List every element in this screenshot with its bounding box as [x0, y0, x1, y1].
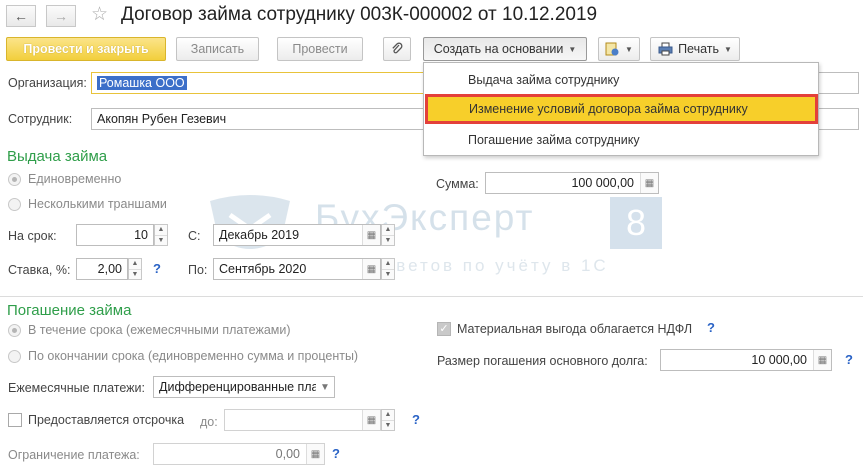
benefit-ndfl-label: Материальная выгода облагается НДФЛ: [457, 322, 693, 336]
term-label: На срок:: [8, 229, 57, 243]
calendar-icon[interactable]: ▦: [362, 259, 380, 279]
radio-once[interactable]: [8, 173, 21, 186]
organization-field[interactable]: Ромашка ООО: [91, 72, 425, 94]
calendar-icon[interactable]: ▦: [362, 225, 380, 245]
principal-help-icon[interactable]: ?: [845, 352, 853, 367]
to-label: По:: [188, 263, 208, 277]
radio-tranches[interactable]: [8, 198, 21, 211]
monthly-payments-select[interactable]: Дифференцированные пла ▼: [153, 376, 335, 398]
radio-at-end-label: По окончании срока (единовременно сумма …: [28, 349, 359, 363]
principal-field[interactable]: 10 000,00 ▦: [660, 349, 832, 371]
section-title-issue: Выдача займа: [7, 148, 108, 165]
post-button[interactable]: Провести: [277, 37, 363, 61]
from-stepper[interactable]: ▲ ▼: [381, 224, 395, 246]
section-divider: [120, 158, 420, 159]
payment-limit-value: 0,00: [275, 447, 300, 461]
structure-button[interactable]: ▼: [598, 37, 640, 61]
deferral-stepper[interactable]: ▲ ▼: [381, 409, 395, 431]
deferral-until-label: до:: [200, 415, 218, 429]
from-field[interactable]: Декабрь 2019 ▦: [213, 224, 381, 246]
print-button[interactable]: Печать ▼: [650, 37, 740, 61]
organization-field-tail[interactable]: [819, 72, 859, 94]
watermark-digit: 8: [610, 197, 662, 249]
section-divider: [0, 296, 863, 297]
sum-label: Сумма:: [436, 177, 479, 191]
calendar-icon[interactable]: ▦: [362, 410, 380, 430]
sum-field[interactable]: 100 000,00 ▦: [485, 172, 659, 194]
monthly-payments-label: Ежемесячные платежи:: [8, 381, 145, 395]
document-structure-icon: [605, 42, 619, 55]
arrow-left-icon: ←: [14, 8, 28, 24]
organization-value: Ромашка ООО: [97, 76, 187, 90]
employee-value: Акопян Рубен Гезевич: [97, 112, 227, 126]
benefit-help-icon[interactable]: ?: [707, 320, 715, 335]
calculator-icon[interactable]: ▦: [813, 350, 831, 370]
to-field[interactable]: Сентябрь 2020 ▦: [213, 258, 381, 280]
attach-button[interactable]: [383, 37, 411, 61]
employee-field[interactable]: Акопян Рубен Гезевич: [91, 108, 425, 130]
post-and-close-button[interactable]: Провести и закрыть: [6, 37, 166, 61]
employee-label: Сотрудник:: [8, 112, 73, 126]
to-value: Сентябрь 2020: [219, 262, 307, 276]
menu-item-repay-loan[interactable]: Погашение займа сотруднику: [424, 125, 818, 155]
rate-stepper[interactable]: ▲ ▼: [128, 258, 142, 280]
chevron-down-icon: ▼: [568, 44, 577, 54]
payment-limit-field[interactable]: 0,00 ▦: [153, 443, 325, 465]
page-title: Договор займа сотруднику 003К-000002 от …: [121, 4, 598, 25]
rate-value: 2,00: [97, 262, 122, 276]
calculator-icon[interactable]: ▦: [640, 173, 658, 193]
organization-label: Организация:: [8, 76, 87, 90]
radio-during-term-label: В течение срока (ежемесячными платежами): [28, 323, 291, 337]
payment-limit-label: Ограничение платежа:: [8, 448, 140, 462]
menu-item-change-loan-terms[interactable]: Изменение условий договора займа сотрудн…: [425, 94, 818, 124]
calculator-icon[interactable]: ▦: [306, 444, 324, 464]
deferral-help-icon[interactable]: ?: [412, 412, 420, 427]
from-value: Декабрь 2019: [219, 228, 300, 242]
from-label: С:: [188, 229, 201, 243]
print-label: Печать: [678, 42, 720, 56]
employee-field-tail[interactable]: [819, 108, 859, 130]
sum-value: 100 000,00: [571, 176, 634, 190]
payment-limit-help-icon[interactable]: ?: [332, 446, 340, 461]
term-field[interactable]: 10: [76, 224, 154, 246]
rate-label: Ставка, %:: [8, 263, 71, 277]
chevron-down-icon[interactable]: ▼: [316, 377, 334, 397]
back-button[interactable]: ←: [6, 5, 36, 27]
principal-label: Размер погашения основного долга:: [437, 354, 648, 368]
monthly-payments-value: Дифференцированные пла: [159, 380, 319, 394]
to-stepper[interactable]: ▲ ▼: [381, 258, 395, 280]
radio-once-label: Единовременно: [28, 172, 122, 186]
rate-help-icon[interactable]: ?: [153, 261, 161, 276]
create-based-on-button[interactable]: Создать на основании ▼: [423, 37, 587, 61]
benefit-ndfl-checkbox[interactable]: ✓: [437, 322, 451, 336]
section-title-repayment: Погашение займа: [7, 302, 132, 319]
term-value: 10: [134, 228, 148, 242]
radio-tranches-label: Несколькими траншами: [28, 197, 167, 211]
create-based-on-menu: Выдача займа сотруднику Изменение услови…: [423, 62, 819, 156]
save-button[interactable]: Записать: [176, 37, 259, 61]
chevron-down-icon: ▼: [724, 44, 732, 54]
term-stepper[interactable]: ▲ ▼: [154, 224, 168, 246]
principal-value: 10 000,00: [751, 353, 807, 367]
forward-button[interactable]: →: [46, 5, 76, 27]
deferral-checkbox[interactable]: [8, 413, 22, 427]
menu-item-issue-loan[interactable]: Выдача займа сотруднику: [424, 65, 818, 95]
chevron-down-icon: ▼: [625, 44, 633, 54]
paperclip-icon: [392, 42, 403, 54]
rate-field[interactable]: 2,00: [76, 258, 128, 280]
arrow-right-icon: →: [54, 8, 68, 24]
printer-icon: [658, 42, 673, 56]
radio-during-term[interactable]: [8, 324, 21, 337]
deferral-date-field[interactable]: ▦: [224, 409, 381, 431]
favorite-star-icon[interactable]: ☆: [91, 3, 108, 26]
deferral-label: Предоставляется отсрочка: [28, 413, 185, 427]
radio-at-end[interactable]: [8, 350, 21, 363]
create-based-on-label: Создать на основании: [433, 42, 564, 56]
